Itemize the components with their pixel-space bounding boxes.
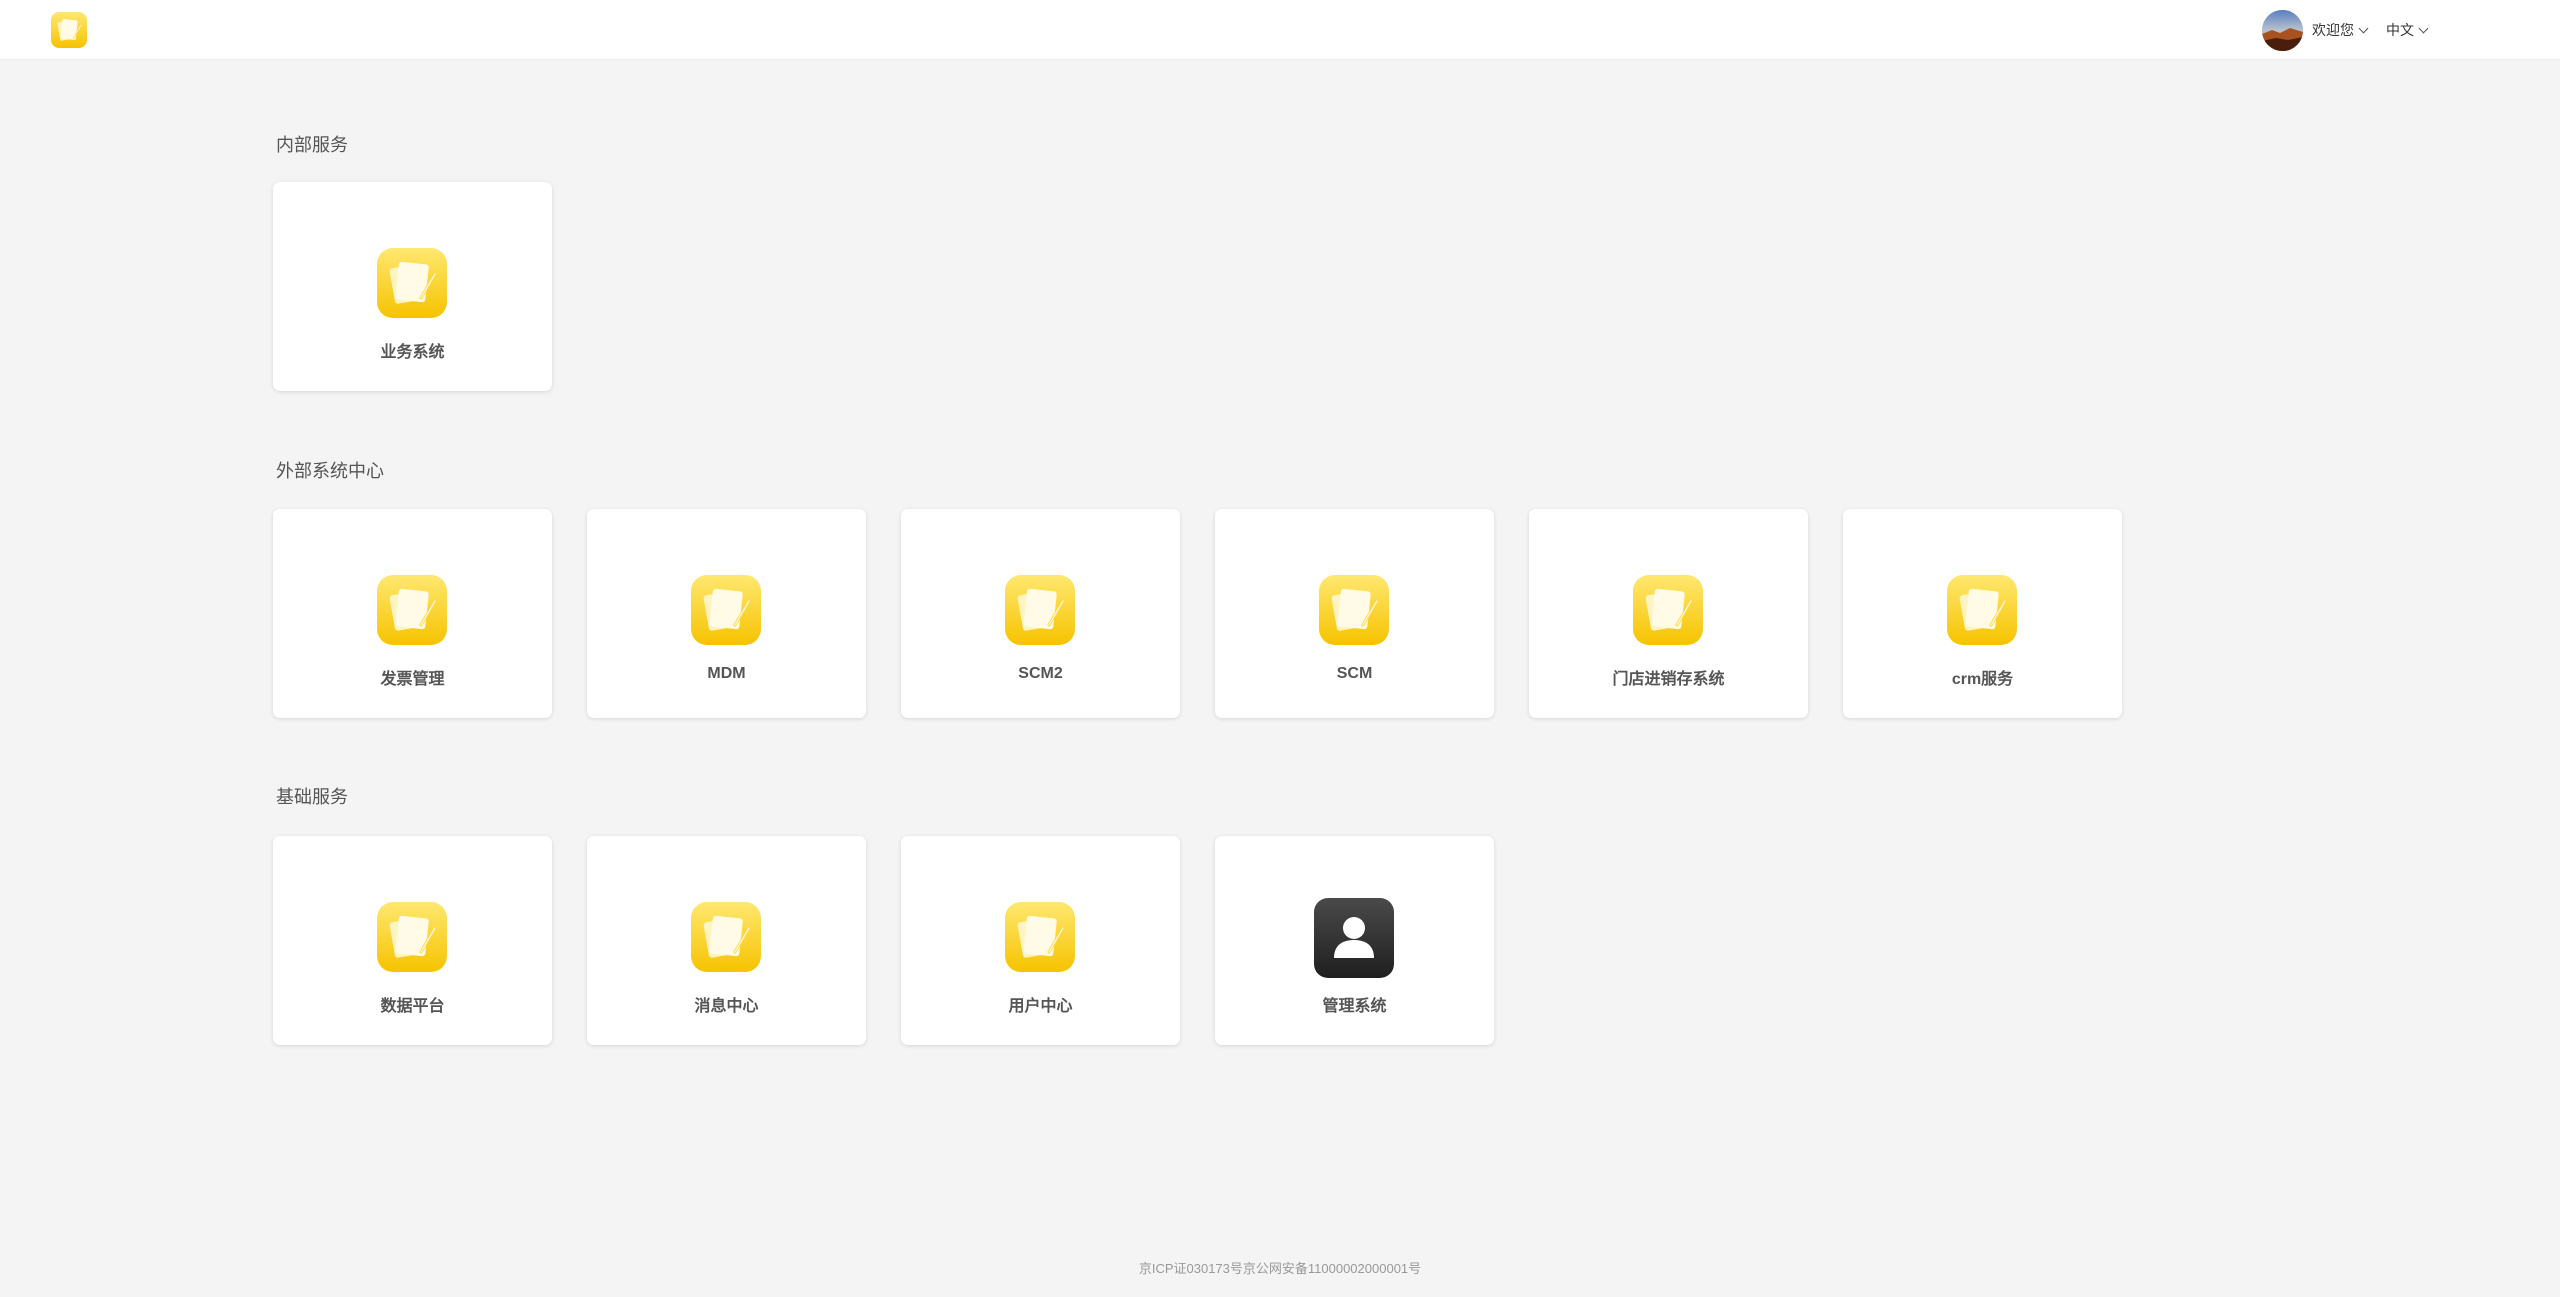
user-avatar[interactable] xyxy=(2262,9,2303,51)
user-menu-area: 欢迎您 中文 xyxy=(2262,9,2429,51)
app-card-admin-system[interactable]: 管理系统 xyxy=(1215,836,1494,1045)
section-title-basic-services: 基础服务 xyxy=(276,787,348,807)
chevron-down-icon xyxy=(2418,23,2429,33)
notes-app-icon xyxy=(377,902,447,972)
person-app-icon xyxy=(1314,898,1394,978)
notes-app-icon xyxy=(691,902,761,972)
app-card-label: 发票管理 xyxy=(380,671,445,688)
app-card-label: SCM2 xyxy=(1018,665,1063,682)
language-dropdown[interactable]: 中文 xyxy=(2386,20,2429,40)
notes-app-icon xyxy=(1319,575,1389,645)
app-card-store-inventory[interactable]: 门店进销存系统 xyxy=(1529,509,1808,718)
chevron-down-icon xyxy=(2358,23,2369,33)
app-card-data-platform[interactable]: 数据平台 xyxy=(273,836,552,1045)
welcome-label: 欢迎您 xyxy=(2312,22,2354,38)
app-card-label: 业务系统 xyxy=(380,344,445,361)
app-card-label: 门店进销存系统 xyxy=(1612,671,1725,688)
notes-app-icon xyxy=(1947,575,2017,645)
app-card-label: 数据平台 xyxy=(380,998,445,1015)
section-title-internal-services: 内部服务 xyxy=(276,135,348,155)
app-card-label: 消息中心 xyxy=(694,998,759,1015)
app-card-invoice-management[interactable]: 发票管理 xyxy=(273,509,552,718)
app-card-label: 用户中心 xyxy=(1008,998,1073,1015)
footer-license-text: 京ICP证030173号京公网安备11000002000001号 xyxy=(1138,1261,1422,1276)
notes-app-icon xyxy=(1005,902,1075,972)
app-card-crm-service[interactable]: crm服务 xyxy=(1843,509,2122,718)
app-card-label: MDM xyxy=(707,665,746,682)
app-card-business-system[interactable]: 业务系统 xyxy=(273,182,552,391)
app-card-scm[interactable]: SCM xyxy=(1215,509,1494,718)
app-card-user-center[interactable]: 用户中心 xyxy=(901,836,1180,1045)
notes-app-icon xyxy=(1633,575,1703,645)
section-title-external-systems: 外部系统中心 xyxy=(276,461,384,481)
app-logo-icon[interactable] xyxy=(51,12,87,48)
app-card-label: SCM xyxy=(1336,665,1373,682)
language-label: 中文 xyxy=(2386,22,2414,38)
notes-app-icon xyxy=(377,248,447,318)
app-card-label: crm服务 xyxy=(1951,671,2014,688)
avatar-landscape-icon xyxy=(2262,9,2303,51)
notes-app-icon xyxy=(691,575,761,645)
app-card-scm2[interactable]: SCM2 xyxy=(901,509,1180,718)
app-card-label: 管理系统 xyxy=(1322,998,1387,1015)
notes-app-icon xyxy=(1005,575,1075,645)
top-navigation-bar: 欢迎您 中文 xyxy=(0,0,2560,59)
app-card-message-center[interactable]: 消息中心 xyxy=(587,836,866,1045)
app-card-mdm[interactable]: MDM xyxy=(587,509,866,718)
welcome-dropdown[interactable]: 欢迎您 xyxy=(2312,20,2369,40)
notes-app-icon xyxy=(377,575,447,645)
